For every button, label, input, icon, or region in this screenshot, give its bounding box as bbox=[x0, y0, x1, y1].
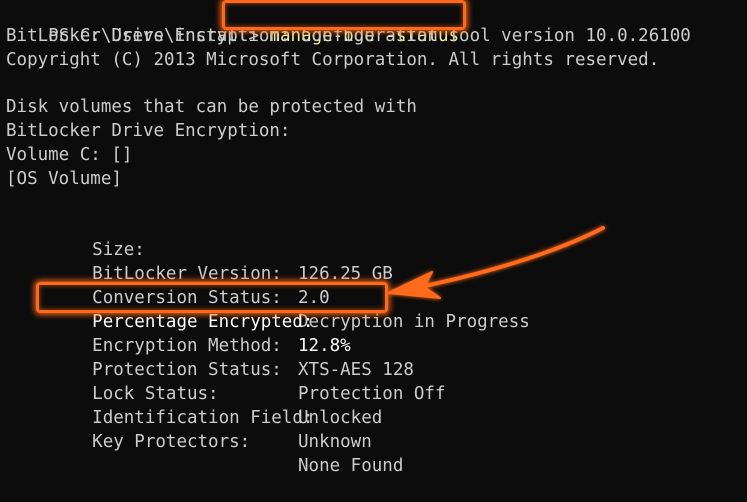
annotation-arrow-icon bbox=[387, 226, 605, 299]
terminal-window[interactable]: PS C:\Users\install> manage-bde -status … bbox=[0, 0, 747, 476]
property-value: None Found bbox=[298, 456, 404, 476]
